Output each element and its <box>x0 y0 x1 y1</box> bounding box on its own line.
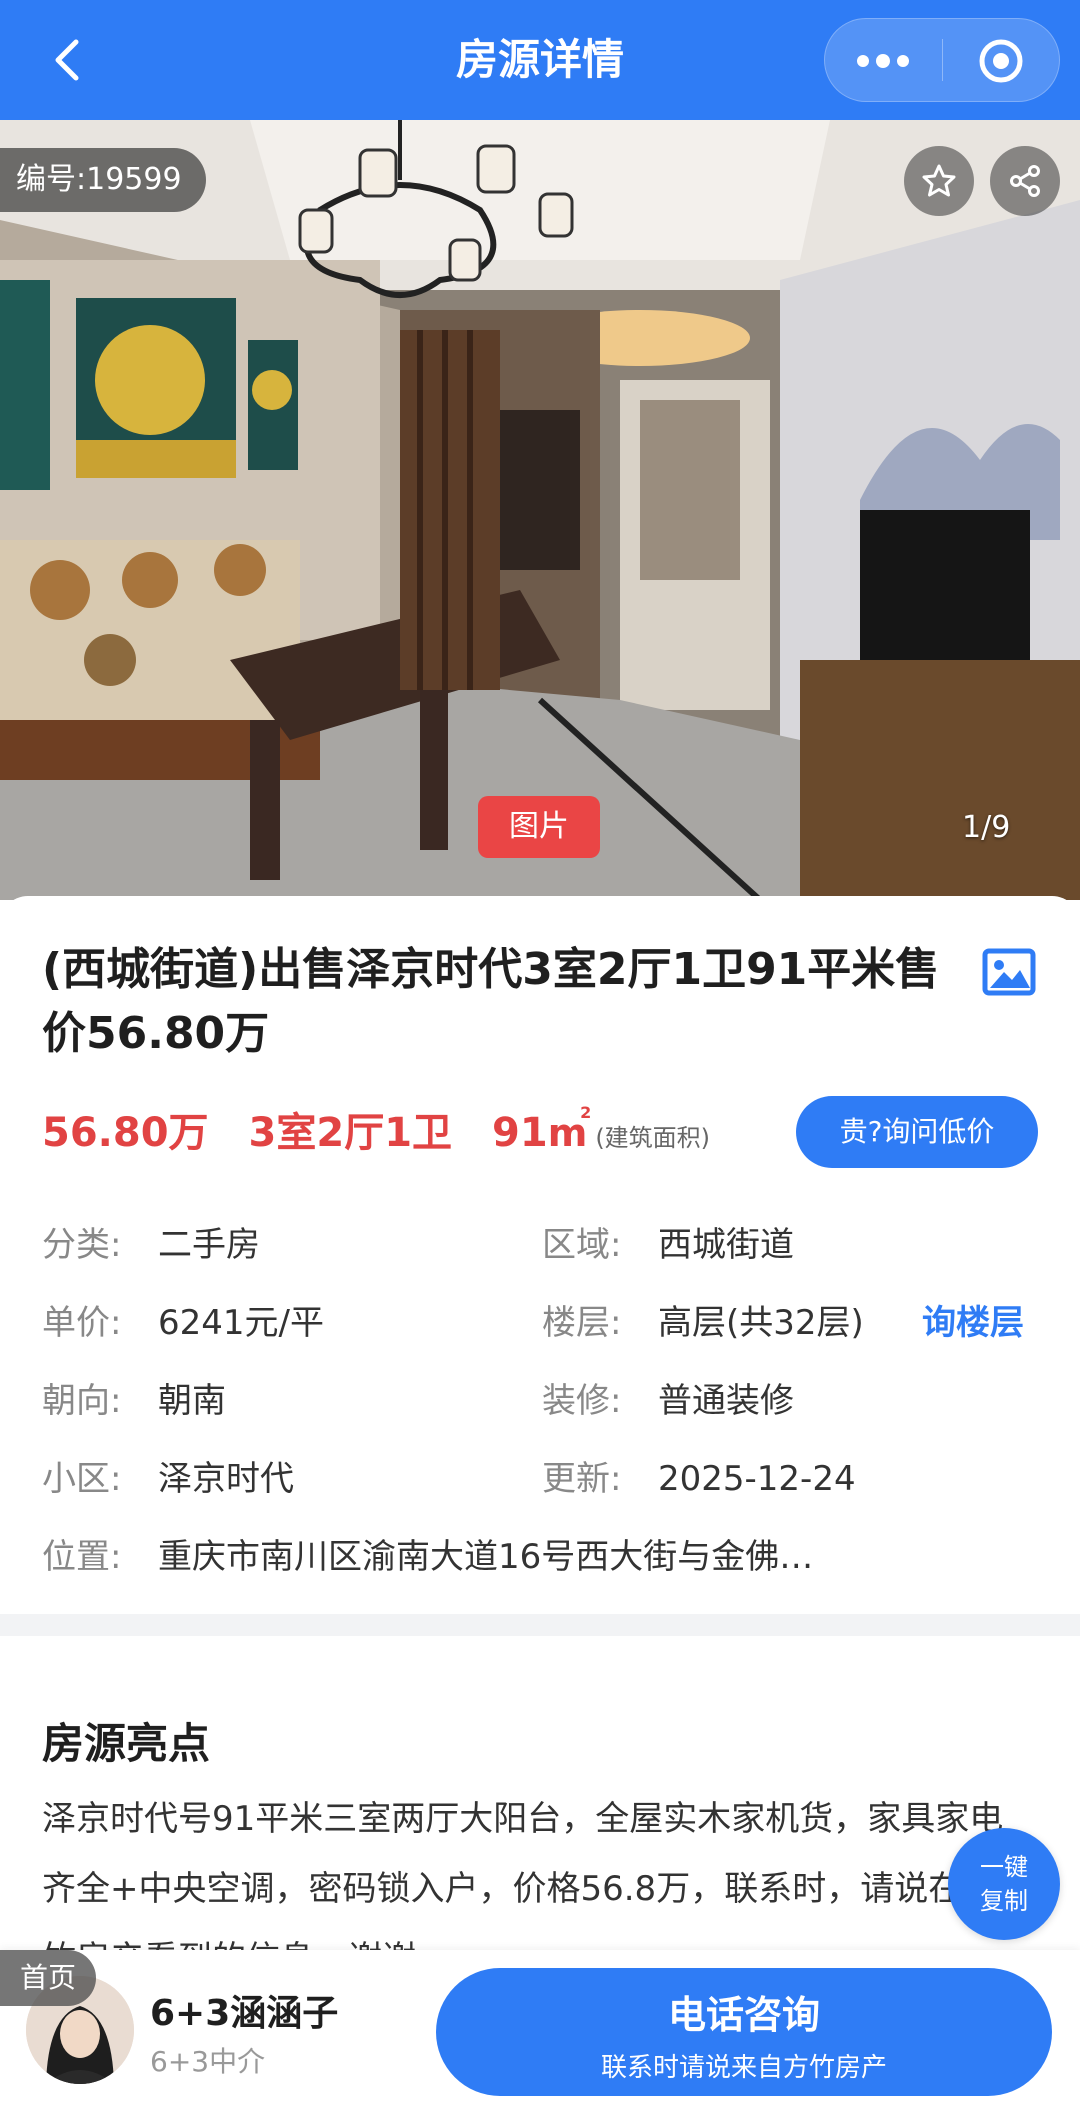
detail-row: 分类: 二手房 区域: 西城街道 <box>42 1206 1042 1284</box>
share-button[interactable] <box>990 146 1060 216</box>
more-dots-icon <box>857 54 910 68</box>
phone-consult-button[interactable]: 电话咨询 联系时请说来自方竹房产 <box>436 1968 1052 2096</box>
close-program-button[interactable] <box>942 19 1059 103</box>
category-label: 分类: <box>42 1225 122 1265</box>
copy-button-line2: 复制 <box>980 1887 1028 1915</box>
decoration-label: 装修: <box>542 1381 622 1421</box>
back-button[interactable] <box>30 22 106 98</box>
area-unit: m2 <box>548 1103 592 1155</box>
area-unit-superscript: 2 <box>580 1103 592 1122</box>
unit-price-label: 单价: <box>42 1303 122 1343</box>
favorite-button[interactable] <box>904 146 974 216</box>
orientation-label: 朝向: <box>42 1381 122 1421</box>
category-value: 二手房 <box>158 1225 260 1265</box>
star-icon <box>922 164 956 197</box>
location-value[interactable]: 重庆市南川区渝南大道16号西大街与金佛… <box>158 1518 813 1596</box>
phone-consult-subtext: 联系时请说来自方竹房产 <box>600 2053 887 2083</box>
copy-button-line1: 一键 <box>980 1853 1028 1881</box>
phone-consult-label: 电话咨询 <box>667 1993 820 2037</box>
detail-row: 小区: 泽京时代 更新: 2025-12-24 <box>42 1440 1042 1518</box>
more-button[interactable] <box>825 19 942 103</box>
property-details: 分类: 二手房 区域: 西城街道 单价: 6241元/平 楼层: 高层(共32层… <box>42 1206 1042 1596</box>
updated-label: 更新: <box>542 1459 622 1499</box>
listing-number-badge: 编号:19599 <box>0 148 206 212</box>
region-value: 西城街道 <box>658 1225 794 1265</box>
location-label: 位置: <box>42 1537 122 1577</box>
price-summary-row: 56.80万 3室2厅1卫 91 m2 (建筑面积) <box>42 1100 710 1160</box>
ask-lower-price-button[interactable]: 贵?询问低价 <box>796 1096 1038 1168</box>
community-value: 泽京时代 <box>158 1459 294 1499</box>
image-gallery-icon[interactable] <box>982 948 1036 996</box>
listing-photo-carousel[interactable]: 编号:19599 图片 1/9 <box>0 120 1080 900</box>
listing-title: (西城街道)出售泽京时代3室2厅1卫91平米售价56.80万 <box>42 944 940 1059</box>
community-label: 小区: <box>42 1459 122 1499</box>
target-icon <box>979 39 1023 83</box>
agent-name: 6+3涵涵子 <box>150 1993 339 2034</box>
listing-info-card: (西城街道)出售泽京时代3室2厅1卫91平米售价56.80万 56.80万 3室… <box>0 896 1080 1614</box>
living-room-photo <box>0 120 1080 900</box>
ask-floor-link[interactable]: 询楼层 <box>922 1284 1024 1362</box>
share-icon <box>1010 165 1040 197</box>
section-divider <box>0 1614 1080 1636</box>
decoration-value: 普通装修 <box>658 1381 794 1421</box>
floor-label: 楼层: <box>542 1303 622 1343</box>
mini-program-capsule <box>824 18 1060 102</box>
unit-price-value: 6241元/平 <box>158 1303 324 1343</box>
detail-row: 朝向: 朝南 装修: 普通装修 <box>42 1362 1042 1440</box>
detail-row: 单价: 6241元/平 楼层: 高层(共32层) 询楼层 <box>42 1284 1042 1362</box>
room-layout: 3室2厅1卫 <box>248 1110 453 1156</box>
detail-row: 位置: 重庆市南川区渝南大道16号西大街与金佛… <box>42 1518 1042 1596</box>
copy-button[interactable]: 一键 复制 <box>948 1828 1060 1940</box>
home-button[interactable]: 首页 <box>0 1950 96 2006</box>
region-label: 区域: <box>542 1225 622 1265</box>
floor-value: 高层(共32层) <box>658 1303 864 1343</box>
updated-value: 2025-12-24 <box>658 1459 856 1499</box>
highlights-heading: 房源亮点 <box>42 1719 211 1768</box>
photo-counter: 1/9 <box>962 810 1011 845</box>
orientation-value: 朝南 <box>158 1381 226 1421</box>
floor-area: 91 <box>492 1110 548 1156</box>
top-nav-bar: 房源详情 <box>0 0 1080 120</box>
total-price: 56.80万 <box>42 1110 209 1156</box>
agent-role: 6+3中介 <box>150 2045 266 2078</box>
highlights-section: 房源亮点 泽京时代号91平米三室两厅大阳台，全屋实木家机货，家具家电齐全+中央空… <box>0 1636 1080 1979</box>
photo-tab-tag[interactable]: 图片 <box>478 796 600 858</box>
area-note: (建筑面积) <box>595 1124 711 1152</box>
chevron-left-icon <box>55 39 79 81</box>
